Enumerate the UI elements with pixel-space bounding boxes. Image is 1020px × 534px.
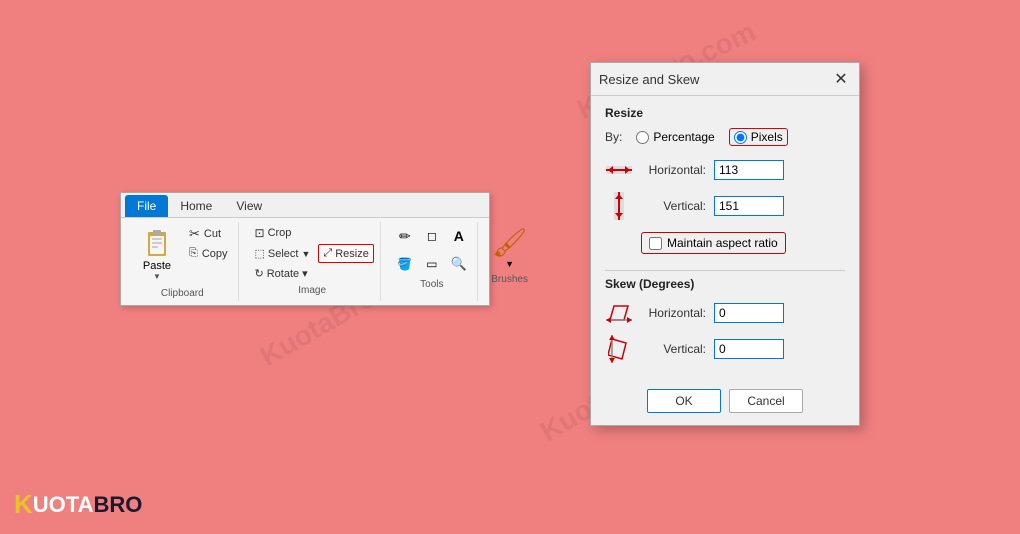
logo-uota: UOTA	[33, 492, 94, 518]
copy-label: Copy	[202, 248, 228, 260]
logo-k: K	[14, 489, 33, 520]
text-icon[interactable]: A	[447, 224, 471, 248]
dialog-footer: OK Cancel	[591, 381, 859, 425]
paste-label: Paste	[143, 260, 171, 272]
resize-button[interactable]: ⤢ Resize	[318, 244, 373, 263]
resize-by-row: By: Percentage Pixels	[605, 128, 845, 146]
select-arrow: ▼	[301, 249, 310, 259]
cut-copy-group: ✂ Cut ⎘ Copy	[185, 224, 232, 285]
cancel-button[interactable]: Cancel	[729, 389, 803, 413]
resize-skew-dialog: Resize and Skew ✕ Resize By: Percentage …	[590, 62, 860, 426]
copy-button[interactable]: ⎘ Copy	[185, 245, 232, 262]
brushes-label: Brushes	[491, 274, 528, 285]
resize-label: Resize	[335, 248, 369, 260]
percentage-option[interactable]: Percentage	[636, 130, 714, 144]
image-group: ⊡ Crop ⬚ Select ▼ ⤢ Resize	[245, 222, 381, 301]
highlighter-icon[interactable]: ▭	[420, 252, 444, 276]
select-label: Select	[268, 248, 299, 260]
percentage-label: Percentage	[653, 130, 714, 144]
vertical-input[interactable]	[714, 196, 784, 216]
tools-icons: ✏ ◻ A 🪣 ▭ 🔍	[393, 224, 471, 276]
paint-toolbar: File Home View	[120, 192, 490, 306]
crop-label: Crop	[268, 227, 292, 239]
vertical-skew-icon	[605, 335, 633, 363]
horizontal-skew-icon	[605, 299, 633, 327]
skew-vertical-row: Vertical:	[605, 335, 845, 363]
toolbar-tabs: File Home View	[121, 193, 489, 218]
cut-button[interactable]: ✂ Cut	[185, 224, 232, 244]
crop-button[interactable]: ⊡ Crop	[251, 224, 296, 242]
by-label: By:	[605, 130, 622, 144]
cut-label: Cut	[204, 228, 221, 240]
vertical-label: Vertical:	[641, 199, 706, 213]
select-button[interactable]: ⬚ Select ▼	[251, 245, 315, 262]
brushes-button[interactable]: 🖌 ▼	[490, 224, 530, 271]
brushes-dropdown: ▼	[505, 259, 514, 269]
toolbar-body: Paste ▼ ✂ Cut ⎘ Copy Clipboard	[121, 218, 489, 305]
resize-horizontal-row: Horizontal:	[605, 156, 845, 184]
pencil-icon[interactable]: ✏	[393, 224, 417, 248]
vertical-resize-icon	[605, 192, 633, 220]
percentage-radio[interactable]	[636, 131, 649, 144]
skew-vertical-input[interactable]	[714, 339, 784, 359]
dialog-body: Resize By: Percentage Pixels	[591, 96, 859, 381]
brushes-group: 🖌 ▼ Brushes	[484, 222, 536, 301]
section-divider	[605, 270, 845, 271]
scissors-icon: ✂	[189, 226, 200, 242]
tools-row-1: ✏ ◻ A	[393, 224, 471, 248]
horizontal-input[interactable]	[714, 160, 784, 180]
pixels-label: Pixels	[751, 130, 783, 144]
crop-icon: ⊡	[255, 226, 265, 240]
pixels-radio[interactable]	[734, 131, 747, 144]
maintain-aspect-container: Maintain aspect ratio	[641, 232, 786, 254]
resize-section-title: Resize	[605, 106, 845, 120]
tools-label: Tools	[420, 279, 443, 290]
image-buttons: ⊡ Crop ⬚ Select ▼ ⤢ Resize	[251, 224, 374, 282]
tab-view[interactable]: View	[224, 195, 274, 217]
skew-vertical-label: Vertical:	[641, 342, 706, 356]
paste-button[interactable]: Paste ▼	[133, 224, 181, 285]
resize-icon: ⤢	[323, 247, 332, 260]
skew-section-title: Skew (Degrees)	[605, 277, 845, 291]
dialog-title: Resize and Skew	[599, 72, 699, 87]
maintain-aspect-checkbox[interactable]	[649, 237, 662, 250]
tab-home[interactable]: Home	[168, 195, 224, 217]
pixels-option[interactable]: Pixels	[729, 128, 788, 146]
dialog-close-button[interactable]: ✕	[831, 69, 851, 89]
rotate-label: Rotate ▾	[267, 267, 308, 280]
select-icon: ⬚	[255, 247, 265, 260]
copy-icon: ⎘	[189, 247, 198, 260]
maintain-aspect-label: Maintain aspect ratio	[667, 236, 778, 250]
tools-group: ✏ ◻ A 🪣 ▭ 🔍 Tools	[387, 222, 478, 301]
rotate-button[interactable]: ↻ Rotate ▾	[251, 265, 374, 282]
logo: K UOTA BRO	[14, 489, 142, 520]
resize-vertical-row: Vertical:	[605, 192, 845, 220]
skew-horizontal-row: Horizontal:	[605, 299, 845, 327]
image-label: Image	[298, 285, 326, 296]
skew-horizontal-label: Horizontal:	[641, 306, 706, 320]
paste-dropdown-arrow: ▼	[153, 272, 161, 281]
horizontal-resize-icon	[605, 156, 633, 184]
fill-icon[interactable]: 🪣	[393, 252, 417, 276]
dialog-title-bar: Resize and Skew ✕	[591, 63, 859, 96]
tools-row-2: 🪣 ▭ 🔍	[393, 252, 471, 276]
horizontal-label: Horizontal:	[641, 163, 706, 177]
clipboard-label: Clipboard	[161, 288, 204, 299]
brushes-icon: 🖌	[492, 226, 528, 259]
tab-file[interactable]: File	[125, 195, 168, 217]
skew-horizontal-input[interactable]	[714, 303, 784, 323]
logo-bro: BRO	[93, 492, 142, 518]
ok-button[interactable]: OK	[647, 389, 721, 413]
eraser-icon[interactable]: ◻	[420, 224, 444, 248]
magnify-icon[interactable]: 🔍	[447, 252, 471, 276]
rotate-icon: ↻	[255, 267, 264, 280]
clipboard-group: Paste ▼ ✂ Cut ⎘ Copy Clipboard	[127, 222, 239, 301]
paste-icon	[141, 228, 173, 260]
